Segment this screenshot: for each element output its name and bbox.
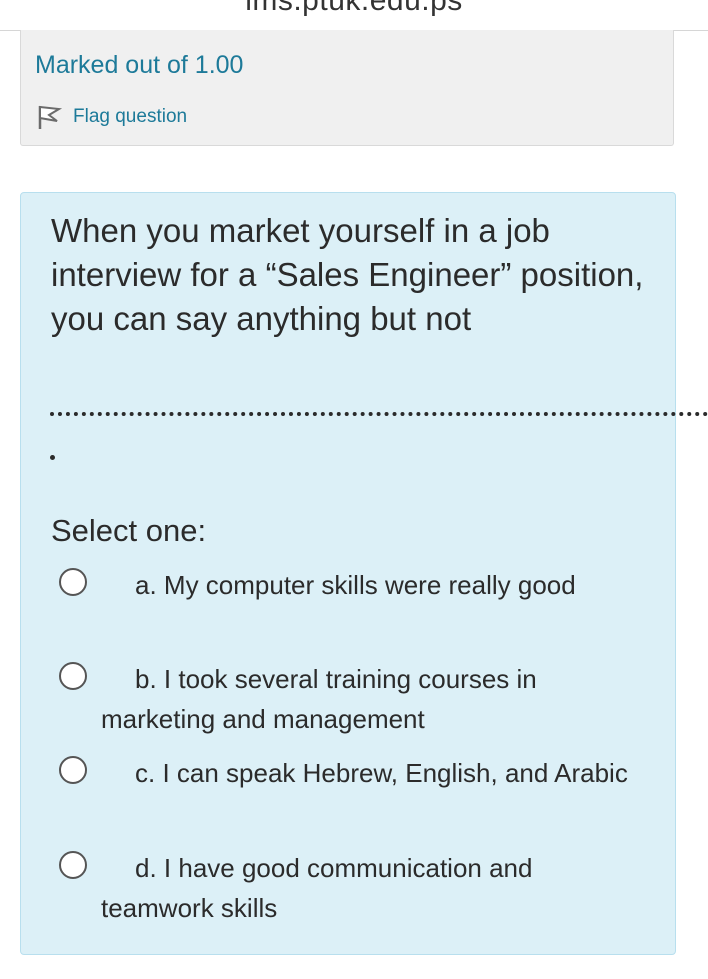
option-c[interactable]: c. I can speak Hebrew, English, and Arab… bbox=[59, 753, 639, 833]
radio-option-a[interactable] bbox=[59, 568, 87, 596]
select-one-label: Select one: bbox=[51, 513, 207, 548]
period-dot bbox=[50, 455, 55, 460]
flag-question-label: Flag question bbox=[73, 106, 188, 127]
blank-dotted-line bbox=[50, 412, 708, 416]
option-c-label: c. I can speak Hebrew, English, and Arab… bbox=[135, 758, 628, 788]
option-d-label: d. I have good communication and teamwor… bbox=[101, 853, 533, 923]
radio-option-c[interactable] bbox=[59, 756, 87, 784]
radio-option-b[interactable] bbox=[59, 662, 87, 690]
question-text: When you market yourself in a job interv… bbox=[51, 212, 644, 337]
option-b[interactable]: b. I took several training courses in ma… bbox=[59, 659, 639, 739]
option-b-label: b. I took several training courses in ma… bbox=[101, 664, 537, 734]
option-a-label: a. My computer skills were really good bbox=[135, 570, 576, 600]
option-d[interactable]: d. I have good communication and teamwor… bbox=[59, 848, 639, 928]
radio-option-d[interactable] bbox=[59, 851, 87, 879]
flag-icon bbox=[35, 103, 63, 131]
option-a[interactable]: a. My computer skills were really good bbox=[59, 565, 639, 645]
question-panel: When you market yourself in a job interv… bbox=[20, 192, 676, 955]
question-info-box: Marked out of 1.00 Flag question bbox=[20, 30, 674, 146]
url-text: lms.ptuk.edu.ps bbox=[245, 0, 463, 17]
browser-address-bar[interactable]: lms.ptuk.edu.ps bbox=[0, 0, 708, 31]
flag-question-link[interactable]: Flag question bbox=[35, 103, 187, 131]
marked-out-of-text: Marked out of 1.00 bbox=[35, 51, 244, 79]
